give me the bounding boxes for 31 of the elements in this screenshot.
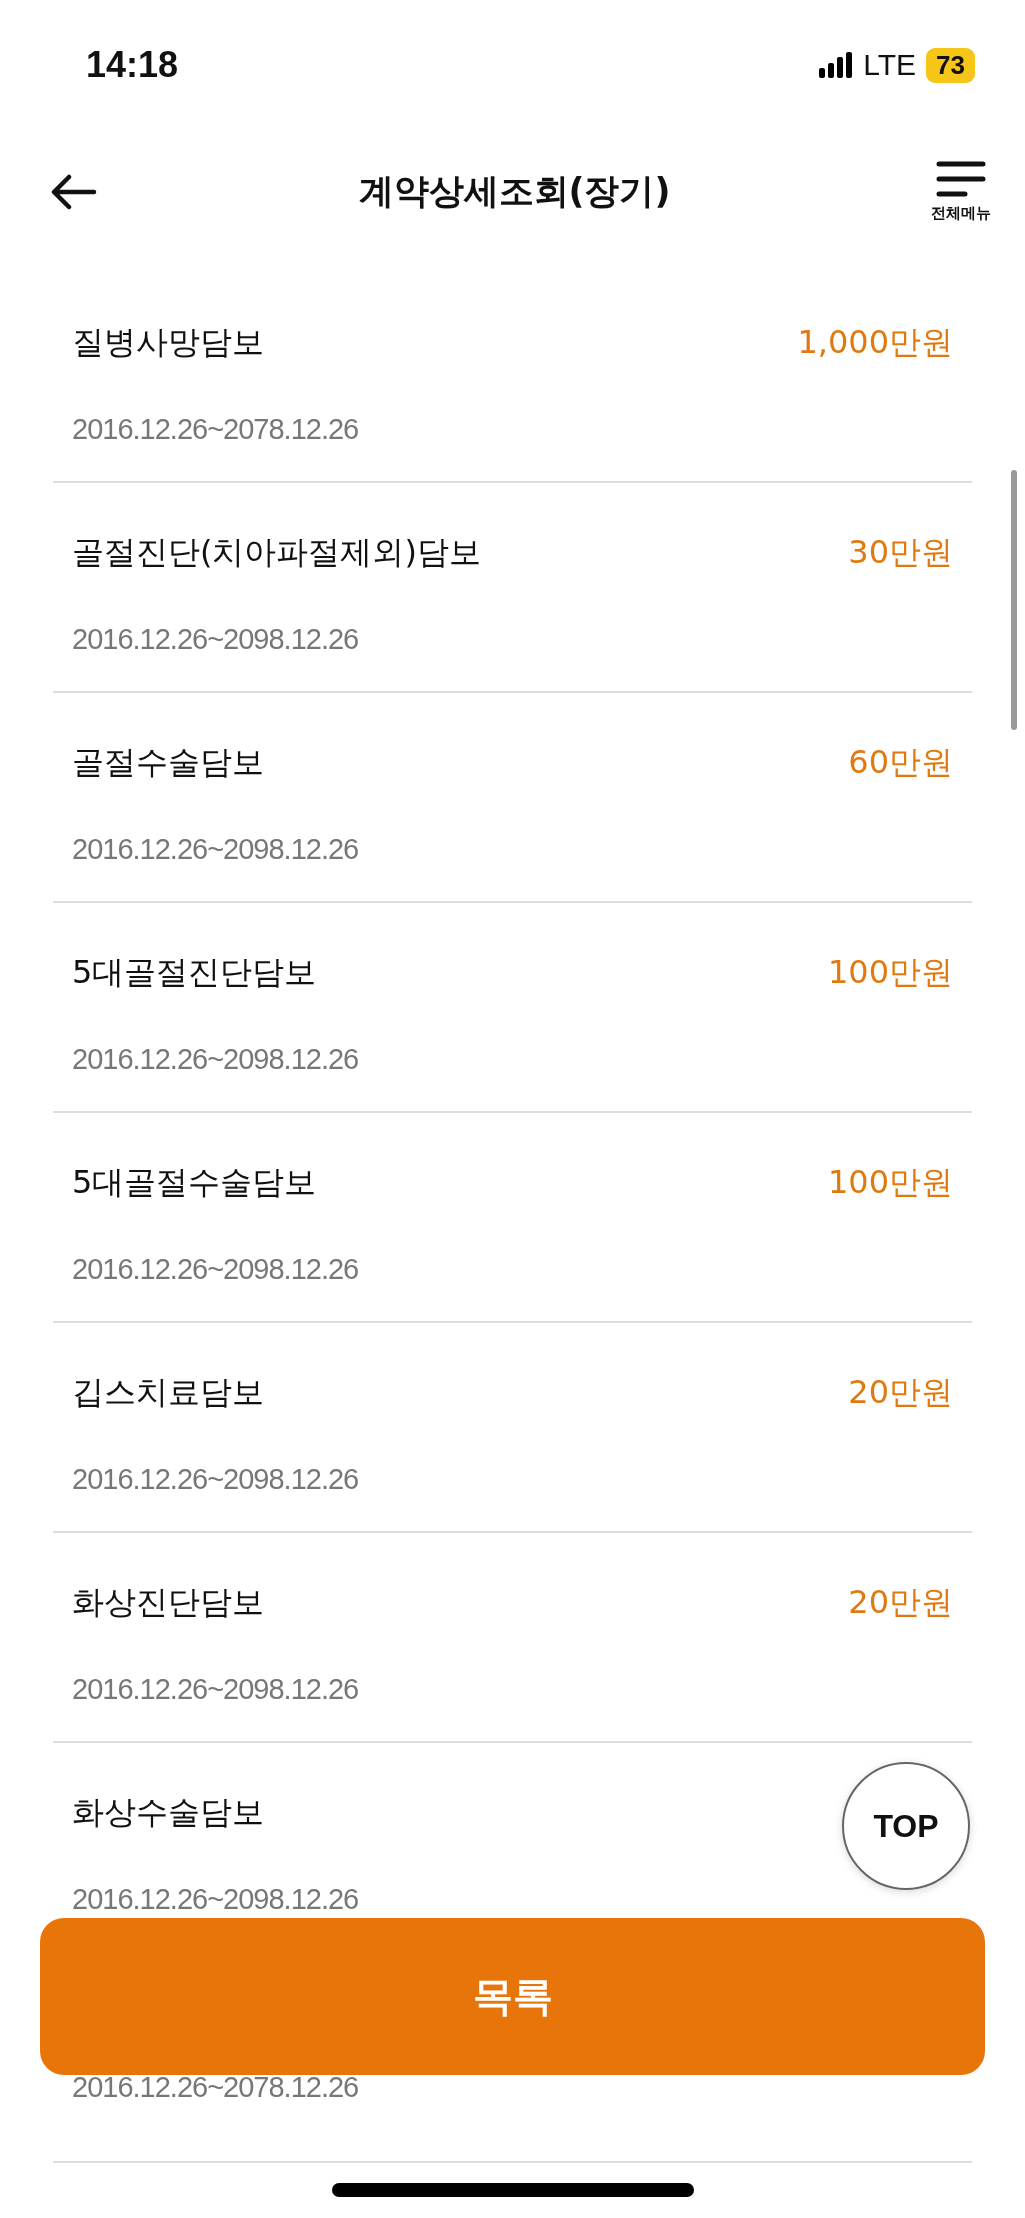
coverage-name: 골절수술담보 — [72, 742, 264, 783]
coverage-amount: 20만원 — [848, 1582, 953, 1623]
coverage-period: 2016.12.26~2098.12.26 — [72, 832, 359, 866]
coverage-period: 2016.12.26~2098.12.26 — [72, 1672, 359, 1706]
coverage-name: 5대골절수술담보 — [72, 1162, 317, 1203]
status-time: 14:18 — [86, 44, 179, 86]
coverage-amount: 1,000만원 — [797, 322, 953, 363]
menu-button[interactable]: 전체메뉴 — [931, 160, 991, 223]
coverage-name: 골절진단(치아파절제외)담보 — [72, 532, 481, 573]
coverage-period: 2016.12.26~2098.12.26 — [72, 1882, 359, 1916]
page-title: 계약상세조회(장기) — [358, 170, 671, 213]
coverage-amount: 60만원 — [848, 742, 953, 783]
coverage-period: 2016.12.26~2098.12.26 — [72, 1462, 359, 1496]
signal-icon — [819, 52, 854, 78]
network-label: LTE — [863, 48, 917, 82]
coverage-name: 질병사망담보 — [72, 322, 264, 363]
coverage-name: 화상수술담보 — [72, 1792, 264, 1833]
coverage-name: 깁스치료담보 — [72, 1372, 264, 1413]
battery-level: 73 — [926, 47, 975, 83]
coverage-name: 화상진단담보 — [72, 1582, 264, 1623]
top-button[interactable]: TOP — [842, 1762, 970, 1890]
back-button[interactable] — [50, 173, 98, 210]
coverage-amount: 100만원 — [827, 952, 953, 993]
coverage-amount: 20만원 — [848, 1372, 953, 1413]
coverage-period: 2016.12.26~2098.12.26 — [72, 1252, 359, 1286]
coverage-period: 2016.12.26~2098.12.26 — [72, 1042, 359, 1076]
coverage-amount: 100만원 — [827, 1162, 953, 1203]
coverage-amount: 30만원 — [848, 532, 953, 573]
coverage-name: 5대골절진단담보 — [72, 952, 317, 993]
coverage-period: 2016.12.26~2078.12.26 — [72, 412, 359, 446]
coverage-period: 2016.12.26~2098.12.26 — [72, 622, 359, 656]
